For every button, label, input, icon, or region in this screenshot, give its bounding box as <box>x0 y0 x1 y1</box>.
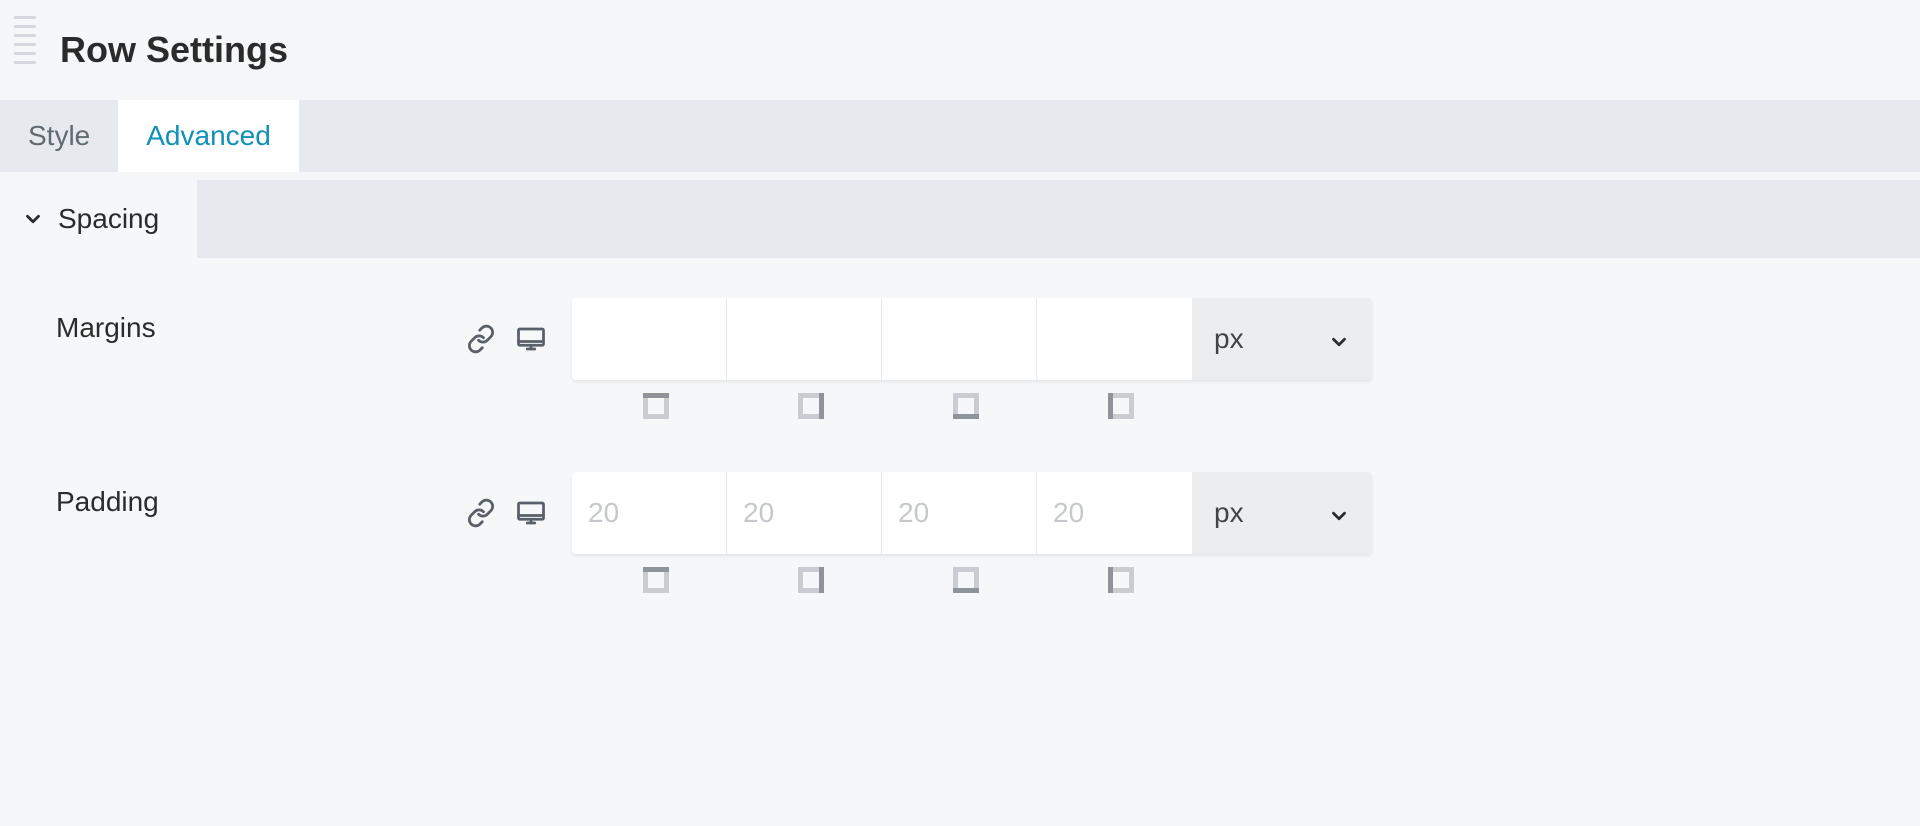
drag-handle-icon[interactable] <box>10 0 40 80</box>
section-spacing-header[interactable]: Spacing <box>0 180 197 258</box>
padding-unit-label: px <box>1214 497 1244 529</box>
padding-controls: px <box>466 472 1864 596</box>
side-indicator-left-icon <box>1108 567 1134 593</box>
margins-unit-label: px <box>1214 323 1244 355</box>
padding-right-input[interactable] <box>727 472 882 554</box>
chevron-down-icon <box>1328 502 1350 524</box>
side-indicator-top-icon <box>643 393 669 419</box>
side-indicator-left-icon <box>1108 393 1134 419</box>
fields-area: Margins px <box>0 258 1920 666</box>
tab-style[interactable]: Style <box>0 100 118 172</box>
margins-label: Margins <box>56 298 466 344</box>
side-indicator-top-icon <box>643 567 669 593</box>
padding-bottom-input[interactable] <box>882 472 1037 554</box>
margins-input-strip: px <box>572 298 1372 380</box>
margins-side-indicators <box>466 390 1864 422</box>
panel-header: Row Settings <box>0 0 1920 100</box>
margins-right-input[interactable] <box>727 298 882 380</box>
chevron-down-icon <box>22 208 44 230</box>
margins-controls: px <box>466 298 1864 422</box>
margins-left-input[interactable] <box>1037 298 1192 380</box>
desktop-icon[interactable] <box>516 324 546 354</box>
padding-left-input[interactable] <box>1037 472 1192 554</box>
padding-input-strip: px <box>572 472 1372 554</box>
padding-unit-select[interactable]: px <box>1192 472 1372 554</box>
margins-unit-select[interactable]: px <box>1192 298 1372 380</box>
section-row: Spacing <box>0 180 1920 258</box>
chevron-down-icon <box>1328 328 1350 350</box>
side-indicator-right-icon <box>798 393 824 419</box>
link-icon[interactable] <box>466 324 496 354</box>
section-spacing-label: Spacing <box>58 203 159 235</box>
side-indicator-bottom-icon <box>953 567 979 593</box>
padding-top-input[interactable] <box>572 472 727 554</box>
field-row-margins: Margins px <box>56 298 1864 422</box>
panel-title: Row Settings <box>60 29 288 71</box>
field-row-padding: Padding px <box>56 472 1864 596</box>
margins-top-input[interactable] <box>572 298 727 380</box>
padding-label: Padding <box>56 472 466 518</box>
side-indicator-bottom-icon <box>953 393 979 419</box>
margins-bottom-input[interactable] <box>882 298 1037 380</box>
padding-side-indicators <box>466 564 1864 596</box>
tab-advanced[interactable]: Advanced <box>118 100 299 172</box>
side-indicator-right-icon <box>798 567 824 593</box>
tabs-bar: Style Advanced <box>0 100 1920 180</box>
desktop-icon[interactable] <box>516 498 546 528</box>
link-icon[interactable] <box>466 498 496 528</box>
